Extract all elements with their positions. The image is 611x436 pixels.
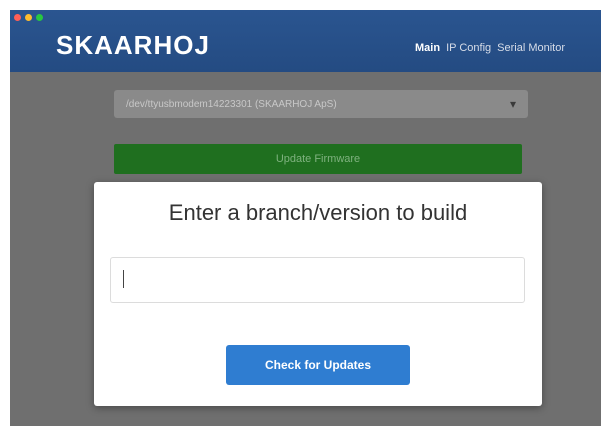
app-window: SKAARHOJ Main IP Config Serial Monitor /… <box>10 10 601 426</box>
check-for-updates-button[interactable]: Check for Updates <box>226 345 410 385</box>
maximize-window-button[interactable] <box>36 14 43 21</box>
modal-title: Enter a branch/version to build <box>168 200 468 225</box>
nav-item-ip-config[interactable]: IP Config <box>446 42 491 54</box>
branch-version-modal: Enter a branch/version to build Check fo… <box>94 182 542 406</box>
update-firmware-button[interactable]: Update Firmware <box>114 144 522 174</box>
device-select[interactable]: /dev/ttyusbmodem14223301 (SKAARHOJ ApS) … <box>114 90 528 118</box>
skaarhoj-logo: SKAARHOJ <box>56 30 210 60</box>
text-cursor <box>123 270 124 288</box>
main-nav: Main IP Config Serial Monitor <box>415 42 565 54</box>
device-select-value: /dev/ttyusbmodem14223301 (SKAARHOJ ApS) <box>126 98 337 110</box>
update-firmware-label: Update Firmware <box>275 153 361 165</box>
chevron-down-icon: ▾ <box>509 97 516 111</box>
close-window-button[interactable] <box>14 14 21 21</box>
minimize-window-button[interactable] <box>25 14 32 21</box>
branch-version-input[interactable] <box>110 257 525 303</box>
nav-item-serial-monitor[interactable]: Serial Monitor <box>497 42 565 54</box>
window-controls <box>14 14 43 21</box>
nav-item-main[interactable]: Main <box>415 42 440 54</box>
header: SKAARHOJ Main IP Config Serial Monitor <box>10 10 601 72</box>
